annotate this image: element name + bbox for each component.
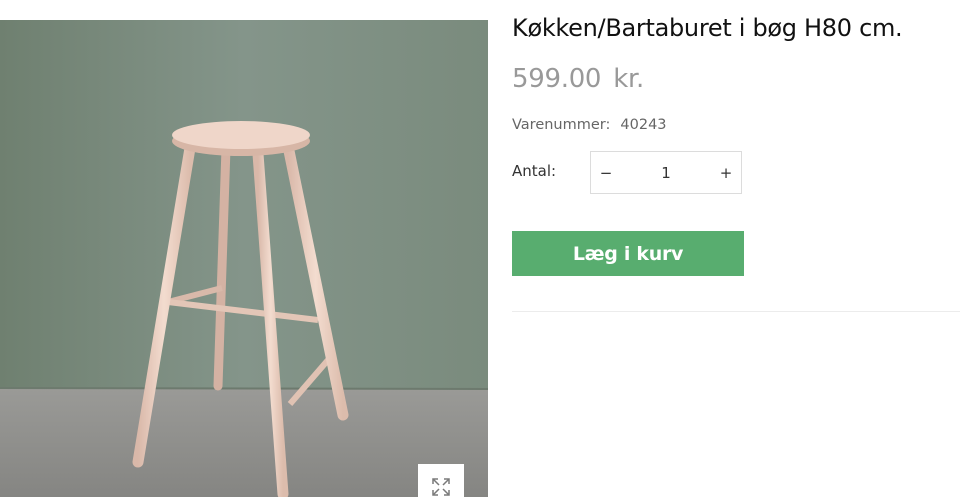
- price-currency: kr.: [613, 64, 644, 94]
- product-image-gallery[interactable]: [0, 20, 488, 497]
- quantity-input[interactable]: [621, 162, 711, 183]
- quantity-label: Antal:: [512, 162, 557, 180]
- quantity-increment-button[interactable]: +: [711, 152, 741, 193]
- expand-arrows-icon: [432, 478, 450, 496]
- price-amount: 599.00: [512, 64, 602, 94]
- sku-label: Varenummer:: [512, 117, 611, 133]
- quantity-decrement-button[interactable]: −: [591, 152, 621, 193]
- quantity-stepper: − +: [590, 151, 742, 194]
- zoom-button[interactable]: [418, 464, 464, 497]
- divider: [512, 311, 960, 312]
- add-to-cart-button[interactable]: Læg i kurv: [512, 231, 744, 276]
- sku-value: 40243: [620, 117, 667, 133]
- product-image: [0, 20, 488, 497]
- product-title: Køkken/Bartaburet i bøg H80 cm.: [512, 14, 903, 42]
- product-price: 599.00 kr.: [512, 64, 644, 94]
- sku-row: Varenummer: 40243: [512, 117, 667, 133]
